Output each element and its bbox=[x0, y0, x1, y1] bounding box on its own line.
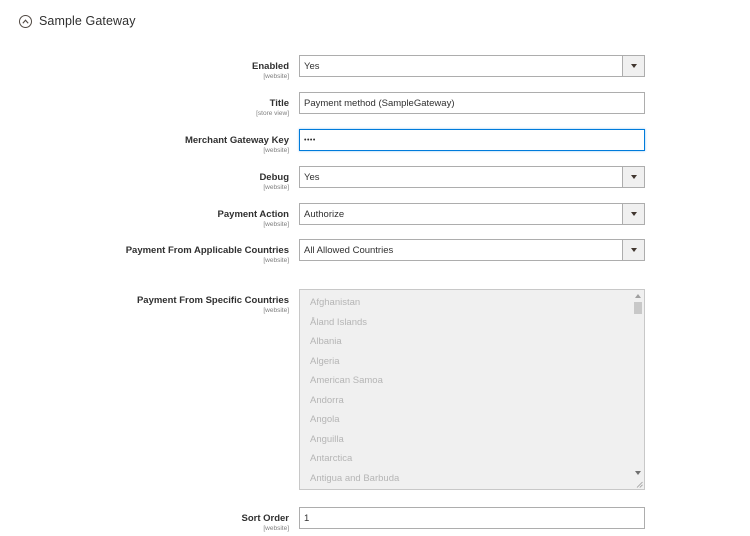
input-value: Payment method (SampleGateway) bbox=[304, 97, 455, 109]
label-text: Payment Action bbox=[217, 209, 289, 220]
section-title: Sample Gateway bbox=[39, 14, 136, 28]
country-option: Albania bbox=[310, 336, 342, 347]
country-option: Algeria bbox=[310, 355, 340, 367]
section-header-sample-gateway[interactable]: Sample Gateway bbox=[19, 12, 136, 30]
label-text: Payment From Applicable Countries bbox=[125, 245, 289, 256]
triangle-down-icon bbox=[622, 167, 644, 187]
field-label-specific-countries: Payment From Specific Countries [website… bbox=[137, 295, 289, 315]
country-option: Andorra bbox=[310, 394, 344, 406]
country-option: Åland Islands bbox=[310, 316, 368, 328]
field-label-payment-action: Payment Action [website] bbox=[218, 209, 289, 229]
chevron-up-circle-icon bbox=[19, 14, 32, 28]
resize-grip-icon[interactable] bbox=[636, 481, 643, 488]
country-option: Antarctica bbox=[310, 453, 353, 464]
scope-text: [store view] bbox=[256, 110, 289, 117]
label-text: Payment From Specific Countries bbox=[136, 295, 289, 306]
title-input[interactable]: Payment method (SampleGateway) bbox=[299, 92, 645, 114]
multiselect-scrollbar[interactable] bbox=[633, 291, 643, 479]
label-text: Title bbox=[269, 98, 289, 109]
country-option: Angola bbox=[310, 414, 340, 425]
country-option: Antigua and Barbuda bbox=[310, 472, 400, 484]
label-text: Sort Order bbox=[241, 513, 289, 524]
scrollbar-thumb[interactable] bbox=[634, 302, 642, 314]
specific-countries-multiselect: Afghanistan Åland Islands Albania Algeri… bbox=[299, 289, 645, 490]
scope-text: [website] bbox=[263, 147, 289, 154]
label-text: Merchant Gateway Key bbox=[184, 135, 289, 146]
field-label-debug: Debug [website] bbox=[259, 172, 289, 192]
triangle-down-icon bbox=[622, 204, 644, 224]
country-option: Anguilla bbox=[310, 433, 344, 445]
label-text: Debug bbox=[259, 172, 289, 183]
debug-select[interactable]: Yes bbox=[299, 166, 645, 188]
select-value: Yes bbox=[304, 171, 320, 183]
sort-order-input[interactable]: 1 bbox=[299, 507, 645, 529]
label-text: Enabled bbox=[252, 61, 289, 72]
scroll-up-arrow-icon[interactable] bbox=[635, 294, 641, 298]
merchant-key-password-input[interactable]: •••• bbox=[299, 129, 645, 151]
select-value: Authorize bbox=[304, 208, 345, 220]
scope-text: [website] bbox=[263, 184, 289, 191]
scroll-down-arrow-icon[interactable] bbox=[635, 471, 641, 475]
scope-text: [website] bbox=[263, 525, 289, 532]
input-value: •••• bbox=[304, 136, 316, 144]
scope-text: [website] bbox=[263, 257, 289, 264]
applicable-countries-select[interactable]: All Allowed Countries bbox=[299, 239, 645, 261]
field-label-sort-order: Sort Order [website] bbox=[241, 513, 289, 533]
select-value: All Allowed Countries bbox=[304, 244, 394, 256]
triangle-down-icon bbox=[622, 56, 644, 76]
country-options-list: Afghanistan Åland Islands Albania Algeri… bbox=[310, 296, 400, 489]
scope-text: [website] bbox=[263, 221, 289, 228]
input-value: 1 bbox=[304, 512, 310, 524]
enabled-select[interactable]: Yes bbox=[299, 55, 645, 77]
scope-text: [website] bbox=[263, 73, 289, 80]
triangle-down-icon bbox=[622, 240, 644, 260]
field-label-merchant-key: Merchant Gateway Key [website] bbox=[185, 135, 289, 155]
field-label-title: Title [store view] bbox=[256, 98, 289, 118]
select-value: Yes bbox=[304, 60, 320, 72]
field-label-applicable-countries: Payment From Applicable Countries [websi… bbox=[126, 245, 289, 265]
scope-text: [website] bbox=[263, 307, 289, 314]
country-option: Afghanistan bbox=[310, 297, 361, 308]
payment-action-select[interactable]: Authorize bbox=[299, 203, 645, 225]
field-label-enabled: Enabled [website] bbox=[252, 61, 289, 81]
country-option: American Samoa bbox=[310, 375, 383, 386]
